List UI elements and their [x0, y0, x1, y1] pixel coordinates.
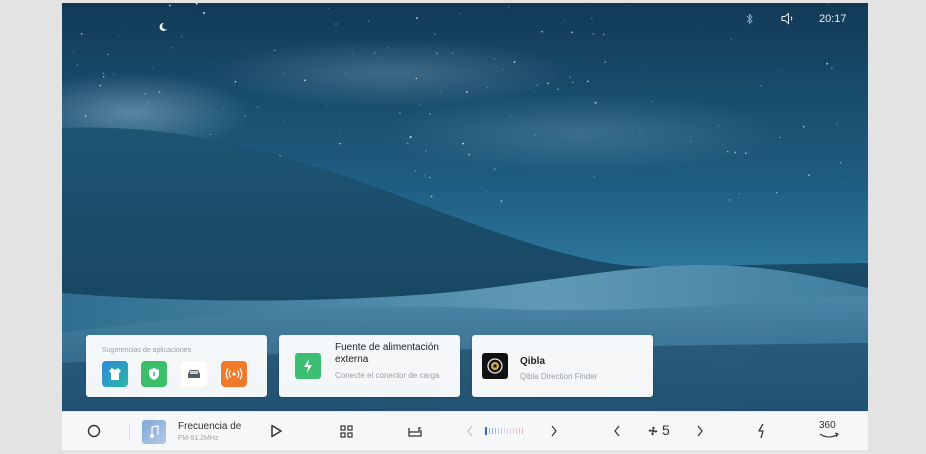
- chevron-left-icon[interactable]: [613, 425, 621, 437]
- app-suggestions-title: Sugerencias de aplicaciones: [102, 347, 192, 354]
- home-circle-icon[interactable]: [86, 423, 102, 439]
- temperature-control[interactable]: [466, 422, 560, 440]
- fan-speed-value: 5: [662, 422, 670, 438]
- play-icon[interactable]: [268, 423, 284, 439]
- lightning-icon[interactable]: [754, 423, 770, 439]
- external-power-subtitle: Conecte el conector de carga: [335, 371, 440, 380]
- music-note-icon: [142, 420, 166, 444]
- chevron-right-icon[interactable]: [696, 425, 704, 437]
- media-title: Frecuencia de: [178, 421, 242, 432]
- chevron-left-icon[interactable]: [466, 425, 474, 437]
- camera-360-button[interactable]: 360: [816, 420, 842, 444]
- app-suggestions-card: Sugerencias de aplicaciones: [86, 335, 267, 397]
- dock-divider: [129, 424, 130, 440]
- car-app-icon[interactable]: [181, 361, 207, 387]
- lightning-icon: [295, 353, 321, 379]
- qibla-card[interactable]: Qibla Qibla Direction Finder: [472, 335, 653, 397]
- compass-icon: [482, 353, 508, 379]
- external-power-card[interactable]: Fuente de alimentación externa Conecte e…: [279, 335, 460, 397]
- rotate-arrow-icon: [819, 432, 839, 438]
- qibla-title: Qibla: [520, 356, 546, 367]
- car-display-screen: 20:17 Sugerencias de aplicaciones Fuente…: [62, 3, 868, 450]
- camera-360-label: 360: [819, 420, 836, 431]
- temperature-slider[interactable]: [484, 426, 542, 436]
- fan-icon: [648, 426, 658, 436]
- bluetooth-icon: [746, 13, 753, 25]
- chevron-right-icon[interactable]: [550, 425, 558, 437]
- shirt-app-icon[interactable]: [102, 361, 128, 387]
- seat-icon[interactable]: [406, 423, 424, 439]
- clock: 20:17: [819, 13, 847, 25]
- app-grid-icon[interactable]: [338, 423, 354, 439]
- bottom-dock: Frecuencia de FM-91.2MHz 5 360: [62, 411, 868, 450]
- volume-icon[interactable]: [780, 12, 796, 25]
- qibla-subtitle: Qibla Direction Finder: [520, 372, 598, 381]
- shield-app-icon[interactable]: [141, 361, 167, 387]
- external-power-title: Fuente de alimentación externa: [335, 342, 439, 365]
- moon-icon: [159, 22, 167, 31]
- hotspot-app-icon[interactable]: [221, 361, 247, 387]
- media-subtitle: FM-91.2MHz: [178, 435, 219, 442]
